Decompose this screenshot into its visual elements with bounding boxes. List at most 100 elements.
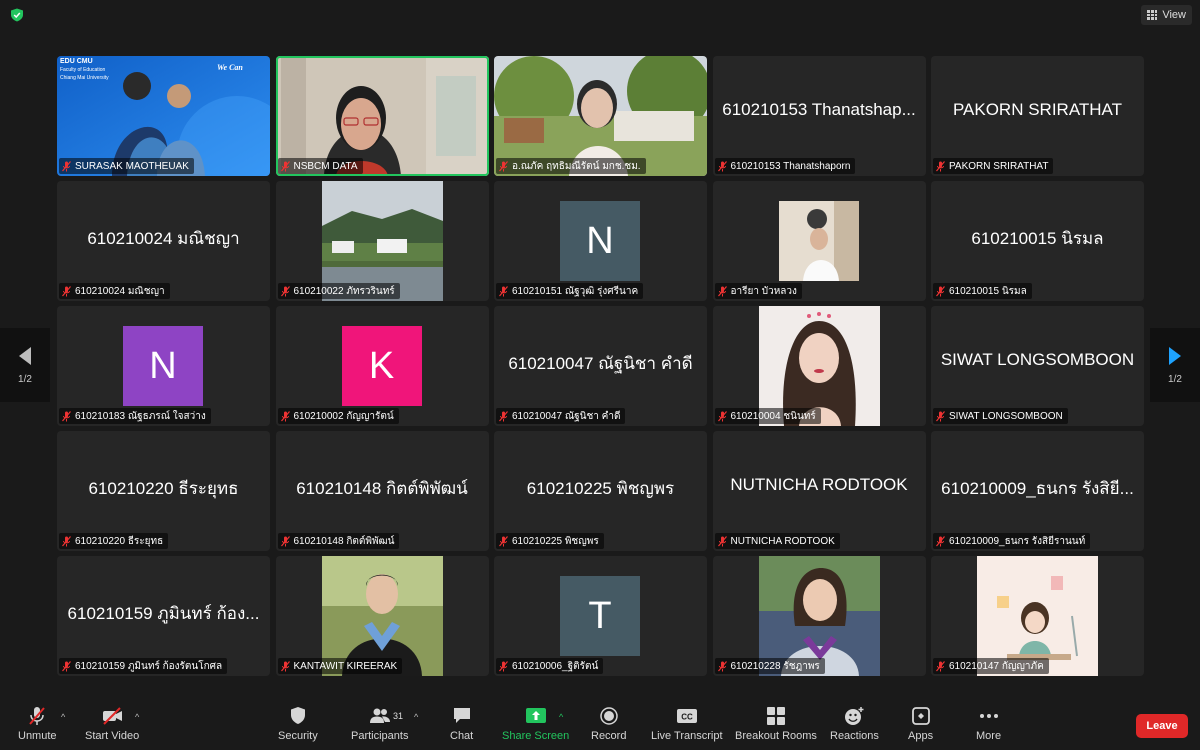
participant-name: 610210183 ณัฐธภรณ์ ใจสว่าง <box>75 410 206 422</box>
chat-button[interactable]: Chat <box>450 706 473 742</box>
participant-tile[interactable]: อ.ณภัค ฤทธิมณีรัตน์ มกช.ชม. <box>494 56 707 176</box>
participants-label: Participants <box>351 730 409 742</box>
breakout-rooms-label: Breakout Rooms <box>735 730 817 742</box>
participant-name-tag: NSBCM DATA <box>277 158 363 174</box>
muted-microphone-icon <box>499 535 508 546</box>
participant-tile[interactable]: 610210225 พิชญพร 610210225 พิชญพร <box>494 431 707 551</box>
muted-microphone-icon <box>280 285 290 296</box>
participant-name-tag: 610210220 ธีระยุทธ <box>59 533 169 549</box>
participants-caret-icon[interactable]: ^ <box>414 712 418 722</box>
muted-microphone-icon <box>62 160 71 171</box>
start-video-button[interactable]: Start Video <box>85 706 139 742</box>
participant-display-name: 610210225 พิชญพร <box>526 479 675 498</box>
participant-name-tag: 610210009_ธนกร รังสิยีรานนท์ <box>933 533 1091 549</box>
participant-name-tag: 610210153 Thanatshaporn <box>714 158 856 174</box>
participant-tile[interactable]: We Can EDU CMU Faculty of Education Chiang… <box>57 56 270 176</box>
start-video-label: Start Video <box>85 730 140 742</box>
participant-tile[interactable]: 610210228 รัชฎาพร <box>712 556 926 676</box>
participant-tile[interactable]: 610210024 มณิชญา 610210024 มณิชญา <box>57 181 270 301</box>
share-options-caret-icon[interactable]: ^ <box>559 712 563 722</box>
previous-page-button[interactable]: 1/2 <box>0 328 50 402</box>
participant-tile[interactable]: 610210022 ภัทรวรินทร์ <box>275 181 489 301</box>
participant-tile[interactable]: PAKORN SRIRATHAT PAKORN SRIRATHAT <box>931 56 1144 176</box>
participant-avatar: N <box>560 201 640 281</box>
chat-label: Chat <box>450 730 474 742</box>
muted-microphone-icon <box>717 410 727 421</box>
participant-avatar: T <box>560 576 640 656</box>
slide-brand: EDU CMU Faculty of Education Chiang Mai Un… <box>60 58 109 81</box>
participant-tile[interactable]: SIWAT LONGSOMBOON SIWAT LONGSOMBOON <box>931 306 1144 426</box>
record-button[interactable]: Record <box>591 706 626 742</box>
participant-tile[interactable]: NUTNICHA RODTOOK NUTNICHA RODTOOK <box>712 431 926 551</box>
participant-name: 610210147 กัญญาภัค <box>949 660 1044 672</box>
reactions-label: Reactions <box>830 730 879 742</box>
view-button[interactable]: View <box>1141 5 1192 25</box>
more-button[interactable]: More <box>976 706 1001 742</box>
muted-microphone-icon <box>280 410 290 421</box>
muted-microphone-icon <box>62 285 71 296</box>
shield-icon <box>290 707 305 724</box>
more-dots-icon <box>979 714 998 718</box>
participant-name-tag: KANTAWIT KIREERAK <box>277 658 403 674</box>
participant-name: SIWAT LONGSOMBOON <box>949 410 1063 422</box>
participant-tile[interactable]: K 610210002 กัญญารัตน์ <box>275 306 489 426</box>
participant-tile[interactable]: 610210153 Thanatshap... 610210153 Thanat… <box>712 56 926 176</box>
participant-display-name: 610210220 ธีระยุทธ <box>88 479 239 498</box>
participant-name: 610210002 กัญญารัตน์ <box>293 410 394 422</box>
meeting-toolbar: Unmute ^ Start Video ^ Security Particip… <box>0 702 1200 750</box>
chevron-right-icon <box>1169 346 1181 365</box>
record-icon <box>599 707 618 725</box>
live-transcript-button[interactable]: CC Live Transcript <box>651 706 723 742</box>
participant-tile[interactable]: KANTAWIT KIREERAK <box>275 556 489 676</box>
muted-microphone-icon <box>717 660 727 671</box>
participant-tile[interactable]: N 610210183 ณัฐธภรณ์ ใจสว่าง <box>57 306 270 426</box>
participant-tile[interactable]: T 610210006_ฐิติรัตน์ <box>494 556 707 676</box>
participant-tile[interactable]: 610210159 ภูมินทร์ ก้อง... 610210159 ภูม… <box>57 556 270 676</box>
participant-tile[interactable]: 610210220 ธีระยุทธ 610210220 ธีระยุทธ <box>57 431 270 551</box>
participant-display-name: 610210153 Thanatshap... <box>722 100 916 119</box>
unmute-button[interactable]: Unmute <box>18 706 57 742</box>
page-indicator-right: 1/2 <box>1168 373 1182 385</box>
participant-tile[interactable]: N 610210151 ณัฐวุฒิ รุ่งศรีนาค <box>494 181 707 301</box>
participant-name: PAKORN SRIRATHAT <box>949 160 1049 172</box>
unmute-label: Unmute <box>18 730 57 742</box>
leave-button[interactable]: Leave <box>1136 714 1188 738</box>
participants-icon <box>369 708 390 723</box>
participant-display-name: 610210148 กิตต์พิพัฒน์ <box>296 479 468 498</box>
participant-tile[interactable]: 610210047 ณัฐนิชา คำดี 610210047 ณัฐนิชา… <box>494 306 707 426</box>
participant-display-name: SIWAT LONGSOMBOON <box>940 350 1135 369</box>
muted-microphone-icon <box>62 410 71 421</box>
participant-tile[interactable]: 610210148 กิตต์พิพัฒน์ 610210148 กิตต์พิ… <box>275 431 489 551</box>
participant-name: 610210006_ฐิติรัตน์ <box>512 660 599 672</box>
audio-options-caret-icon[interactable]: ^ <box>61 712 65 722</box>
share-screen-label: Share Screen <box>502 730 570 742</box>
participant-name-tag: SIWAT LONGSOMBOON <box>933 408 1068 424</box>
next-page-button[interactable]: 1/2 <box>1150 328 1200 402</box>
video-options-caret-icon[interactable]: ^ <box>135 712 139 722</box>
muted-microphone-icon <box>62 535 71 546</box>
reactions-button[interactable]: Reactions <box>830 706 879 742</box>
participant-display-name: 610210047 ณัฐนิชา คำดี <box>508 354 693 373</box>
apps-button[interactable]: Apps <box>908 706 933 742</box>
participant-name-tag: 610210006_ฐิติรัตน์ <box>496 658 604 674</box>
participant-display-name: 610210024 มณิชญา <box>87 229 240 248</box>
encryption-shield-icon[interactable] <box>10 8 24 22</box>
participant-name-tag: 610210225 พิชญพร <box>496 533 604 549</box>
chevron-left-icon <box>19 346 31 365</box>
participant-display-name: 610210009_ธนกร รังสิยี... <box>941 479 1134 498</box>
participant-tile[interactable]: อารียา บัวหลวง <box>712 181 926 301</box>
muted-microphone-icon <box>936 285 945 296</box>
camera-off-icon <box>103 707 123 725</box>
participant-avatar: N <box>123 326 203 406</box>
security-button[interactable]: Security <box>278 706 318 742</box>
breakout-rooms-button[interactable]: Breakout Rooms <box>735 706 817 742</box>
participant-tile[interactable]: 610210004 ชนินทร์ <box>712 306 926 426</box>
participant-tile[interactable]: 610210009_ธนกร รังสิยี... 610210009_ธนกร… <box>931 431 1144 551</box>
muted-microphone-icon <box>936 535 945 546</box>
svg-text:CC: CC <box>681 713 693 722</box>
participant-name-tag: 610210004 ชนินทร์ <box>714 408 821 424</box>
participant-tile[interactable]: NSBCM DATA <box>275 56 489 176</box>
live-transcript-label: Live Transcript <box>651 730 723 742</box>
participant-tile[interactable]: 610210015 นิรมล 610210015 นิรมล <box>931 181 1144 301</box>
participant-tile[interactable]: 610210147 กัญญาภัค <box>931 556 1144 676</box>
